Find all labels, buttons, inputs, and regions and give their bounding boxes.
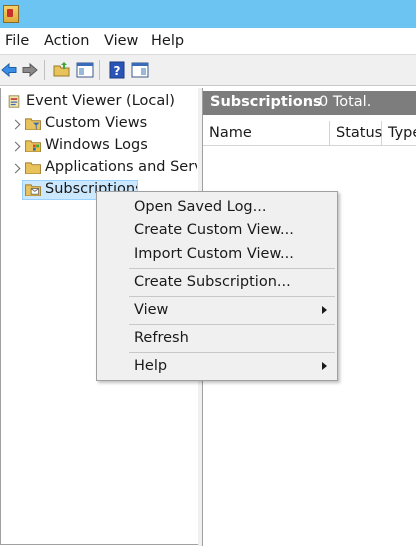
tree-item-label: Custom Views: [45, 115, 148, 131]
tree-item-root[interactable]: Event Viewer (Local): [1, 92, 197, 112]
svg-text:?: ?: [114, 64, 121, 78]
back-arrow-icon[interactable]: [0, 61, 18, 79]
title-bar[interactable]: [0, 0, 416, 28]
menu-view[interactable]: View: [104, 33, 138, 49]
menu-item-help[interactable]: Help: [97, 355, 337, 379]
folder-icon: [25, 162, 41, 174]
event-viewer-icon: [8, 95, 20, 108]
show-hide-tree-icon[interactable]: [76, 61, 94, 79]
event-viewer-app-icon[interactable]: [3, 5, 19, 23]
help-icon[interactable]: ?: [108, 61, 126, 79]
submenu-arrow-icon: [322, 306, 327, 314]
subscriptions-icon: [25, 184, 41, 196]
menu-item-create-subscription[interactable]: Create Subscription...: [97, 271, 337, 295]
menu-action[interactable]: Action: [44, 33, 89, 49]
expand-arrow-icon[interactable]: [10, 119, 21, 130]
menu-separator: [129, 324, 335, 325]
tree-item-label: Applications and Services Logs: [45, 159, 197, 175]
expand-arrow-icon[interactable]: [10, 141, 21, 152]
menu-bar: File Action View Help: [0, 28, 416, 54]
results-title: Subscriptions: [210, 94, 322, 110]
folder-windows-icon: [25, 140, 41, 152]
expand-arrow-icon[interactable]: [10, 163, 21, 174]
menu-separator: [129, 296, 335, 297]
submenu-arrow-icon: [322, 362, 327, 370]
tree-item-custom-views[interactable]: Custom Views: [1, 114, 197, 134]
column-header-status[interactable]: Status: [330, 121, 382, 146]
menu-separator: [129, 268, 335, 269]
tree-item-label: Event Viewer (Local): [26, 93, 175, 109]
menu-item-import-custom-view[interactable]: Import Custom View...: [97, 243, 337, 267]
menu-file[interactable]: File: [5, 33, 29, 49]
results-header: Subscriptions 0 Total.: [203, 91, 416, 115]
show-hide-action-pane-icon[interactable]: [131, 61, 149, 79]
menu-item-create-custom-view[interactable]: Create Custom View...: [97, 219, 337, 243]
column-header-type[interactable]: Type: [382, 121, 416, 146]
menu-item-refresh[interactable]: Refresh: [97, 327, 337, 351]
up-folder-icon[interactable]: [53, 61, 71, 79]
tree-item-windows-logs[interactable]: Windows Logs: [1, 136, 197, 156]
toolbar: ?: [0, 54, 416, 86]
menu-item-open-saved-log[interactable]: Open Saved Log...: [97, 196, 337, 220]
menu-help[interactable]: Help: [151, 33, 184, 49]
forward-arrow-icon[interactable]: [21, 61, 39, 79]
tree-item-label: Windows Logs: [45, 137, 148, 153]
context-menu: Open Saved Log... Create Custom View... …: [96, 191, 338, 381]
tree-item-applications-and-services-logs[interactable]: Applications and Services Logs: [1, 158, 197, 178]
column-header-name[interactable]: Name: [203, 121, 330, 146]
folder-filter-icon: [25, 118, 41, 130]
menu-item-view[interactable]: View: [97, 299, 337, 323]
menu-separator: [129, 352, 335, 353]
results-total: 0 Total.: [319, 94, 372, 110]
